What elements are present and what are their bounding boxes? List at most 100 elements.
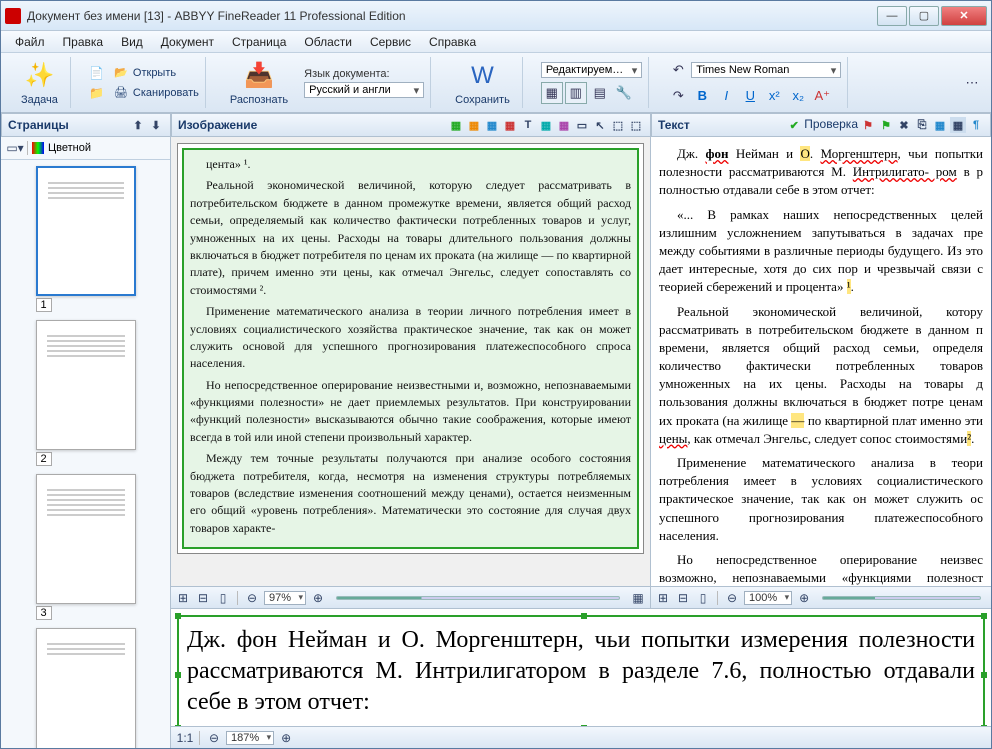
image-panel-header: Изображение ▦ ▦ ▦ ▦ T ▦ ▦ ▭ ↖ ⬚ ⬚ — [171, 113, 651, 137]
image-zoom-slider[interactable] — [336, 596, 620, 600]
area-purple-icon[interactable]: ▦ — [556, 117, 572, 133]
crop1-icon[interactable]: ⬚ — [610, 117, 626, 133]
delete-icon[interactable]: ✖ — [896, 117, 912, 133]
view1-icon[interactable]: ▦ — [932, 117, 948, 133]
area-blue-icon[interactable]: ▦ — [484, 117, 500, 133]
main-zoom-in-icon[interactable]: ⊕ — [278, 730, 294, 746]
main-status-bar: 1:1 ⊖ 187% ⊕ — [171, 726, 991, 748]
recognized-text-area[interactable]: цента» ¹. Реальной экономической величин… — [182, 148, 639, 549]
italic-icon[interactable]: I — [715, 85, 737, 107]
text-single-icon[interactable]: ▯ — [695, 590, 711, 606]
minimize-button[interactable] — [877, 6, 907, 26]
check-icon[interactable]: ✔ — [786, 117, 802, 133]
area-cyan-icon[interactable]: ▦ — [538, 117, 554, 133]
color-mode-label[interactable]: Цветной — [48, 142, 91, 154]
menu-document[interactable]: Документ — [153, 33, 222, 51]
menu-tools[interactable]: Сервис — [362, 33, 419, 51]
pages-pane: ▭▾ Цветной 1 2 3 — [1, 137, 171, 748]
text-grid-icon[interactable]: ⊞ — [655, 590, 671, 606]
arrow-down-icon[interactable]: ⬇ — [148, 117, 164, 133]
text-viewport[interactable]: Дж. фон Нейман и О. Моргенштерн, чьи поп… — [651, 137, 991, 586]
layout3-icon[interactable]: ▤ — [589, 82, 611, 104]
mode-dropdown[interactable]: Редактируем… — [541, 62, 642, 78]
select-icon[interactable]: ▭ — [574, 117, 590, 133]
menu-help[interactable]: Справка — [421, 33, 484, 51]
area-orange-icon[interactable]: ▦ — [466, 117, 482, 133]
new-doc-icon[interactable]: 📄 — [89, 65, 105, 81]
font-dropdown[interactable]: Times New Roman — [691, 62, 841, 78]
text-split-icon[interactable]: ⊟ — [675, 590, 691, 606]
underline-icon[interactable]: U — [739, 85, 761, 107]
flag-red-icon[interactable]: ⚑ — [860, 117, 876, 133]
lang-label: Язык документа: — [304, 68, 424, 80]
recognize-button[interactable]: 📥 Распознать — [224, 58, 294, 108]
main-zoom-value[interactable]: 187% — [226, 731, 274, 745]
copy-icon[interactable]: ⎘ — [914, 117, 930, 133]
text-zoom-value[interactable]: 100% — [744, 591, 792, 605]
image-zoom-value[interactable]: 97% — [264, 591, 306, 605]
maximize-button[interactable] — [909, 6, 939, 26]
thumbnail-1[interactable]: 1 — [36, 166, 136, 312]
zoom-out-icon[interactable]: ⊖ — [244, 590, 260, 606]
titlebar: Документ без имени [13] - ABBYY FineRead… — [1, 1, 991, 31]
grid-overlay-icon[interactable]: ▦ — [630, 590, 646, 606]
thumbnails-list[interactable]: 1 2 3 4 — [1, 160, 170, 748]
zoom-text-block[interactable]: Дж. фон Нейман и О. Моргенштерн, чьи поп… — [177, 615, 985, 726]
superscript-icon[interactable]: x² — [763, 85, 785, 107]
main-zoom-out-icon[interactable]: ⊖ — [206, 730, 222, 746]
menu-file[interactable]: Файл — [7, 33, 53, 51]
more-icon[interactable]: ⋯ — [961, 72, 983, 94]
wrench-icon[interactable]: 🔧 — [613, 82, 635, 104]
layout2-icon[interactable]: ▥ — [565, 82, 587, 104]
task-button[interactable]: ✨ Задача — [15, 58, 64, 108]
text-zoom-slider[interactable] — [822, 596, 981, 600]
arrow-up-icon[interactable]: ⬆ — [130, 117, 146, 133]
page-single-icon[interactable]: ▯ — [215, 590, 231, 606]
subscript-icon[interactable]: x₂ — [787, 85, 809, 107]
ratio-icon[interactable]: 1:1 — [177, 730, 193, 746]
crop2-icon[interactable]: ⬚ — [628, 117, 644, 133]
thumbnail-4[interactable]: 4 — [36, 628, 136, 748]
scanner-icon: 🖨 — [113, 85, 129, 101]
thumbnail-2[interactable]: 2 — [36, 320, 136, 466]
wand-icon: ✨ — [23, 60, 55, 92]
image-viewport[interactable]: цента» ¹. Реальной экономической величин… — [171, 137, 650, 586]
area-green-icon[interactable]: ▦ — [448, 117, 464, 133]
lang-dropdown[interactable]: Русский и англи — [304, 82, 424, 98]
word-icon: W — [466, 60, 498, 92]
scan-button[interactable]: 🖨Сканировать — [113, 85, 199, 101]
pointer-icon[interactable]: ↖ — [592, 117, 608, 133]
menu-view[interactable]: Вид — [113, 33, 151, 51]
bold-icon[interactable]: B — [691, 85, 713, 107]
menu-page[interactable]: Страница — [224, 33, 294, 51]
window-title: Документ без имени [13] - ABBYY FineRead… — [27, 9, 875, 23]
open-doc-icon[interactable]: 📁 — [89, 85, 105, 101]
verify-label[interactable]: Проверка — [804, 117, 858, 133]
undo-icon[interactable]: ↶ — [667, 59, 689, 81]
toolbar: ✨ Задача 📄 📁 📂Открыть 🖨Сканировать 📥 Рас… — [1, 53, 991, 113]
menu-edit[interactable]: Правка — [55, 33, 112, 51]
page-mode-icon[interactable]: ▭▾ — [7, 140, 23, 156]
text-zoom-in-icon[interactable]: ⊕ — [796, 590, 812, 606]
save-button[interactable]: W Сохранить — [449, 58, 516, 108]
font-plus-icon[interactable]: A⁺ — [811, 85, 833, 107]
area-t-icon[interactable]: T — [520, 117, 536, 133]
view2-icon[interactable]: ▦ — [950, 117, 966, 133]
close-button[interactable] — [941, 6, 987, 26]
image-status-bar: ⊞ ⊟ ▯ ⊖ 97% ⊕ ▦ — [171, 586, 650, 608]
zoom-viewport[interactable]: Дж. фон Нейман и О. Моргенштерн, чьи поп… — [171, 609, 991, 726]
page-grid-icon[interactable]: ⊞ — [175, 590, 191, 606]
text-zoom-out-icon[interactable]: ⊖ — [724, 590, 740, 606]
thumbnail-3[interactable]: 3 — [36, 474, 136, 620]
redo-icon[interactable]: ↷ — [667, 85, 689, 107]
zoom-in-icon[interactable]: ⊕ — [310, 590, 326, 606]
pilcrow-icon[interactable]: ¶ — [968, 117, 984, 133]
page-split-icon[interactable]: ⊟ — [195, 590, 211, 606]
layout1-icon[interactable]: ▦ — [541, 82, 563, 104]
area-red-icon[interactable]: ▦ — [502, 117, 518, 133]
color-swatch-icon — [32, 142, 44, 154]
image-pane: цента» ¹. Реальной экономической величин… — [171, 137, 651, 608]
open-button[interactable]: 📂Открыть — [113, 65, 199, 81]
menu-areas[interactable]: Области — [296, 33, 360, 51]
flag-green-icon[interactable]: ⚑ — [878, 117, 894, 133]
